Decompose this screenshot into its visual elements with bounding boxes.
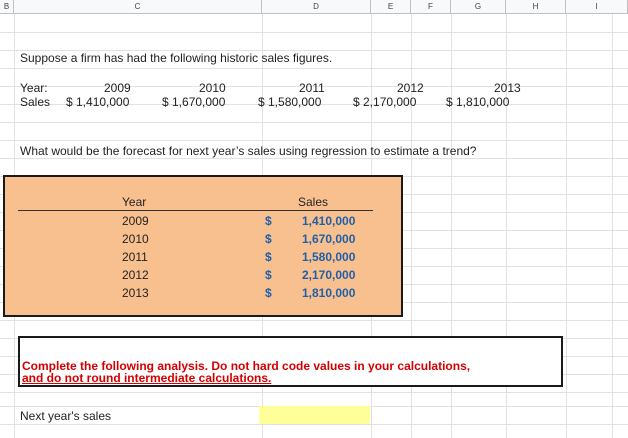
grid-line — [0, 320, 628, 321]
grid-line — [0, 32, 628, 33]
year-label[interactable]: Year: — [20, 81, 48, 95]
grid-line — [0, 158, 628, 159]
grid-line — [0, 392, 628, 393]
table-sales-cell[interactable]: 1,810,000 — [302, 286, 355, 300]
table-sales-cell[interactable]: 1,410,000 — [302, 214, 355, 228]
table-header-underline — [18, 210, 373, 211]
grid-line — [0, 122, 628, 123]
historic-sales-2009[interactable]: $ 1,410,000 — [66, 95, 129, 109]
column-header-d[interactable]: D — [262, 0, 371, 13]
currency-symbol: $ — [265, 268, 272, 282]
column-header-h[interactable]: H — [506, 0, 566, 13]
historic-year-2011[interactable]: 2011 — [299, 81, 325, 95]
table-sales-cell[interactable]: 1,580,000 — [302, 250, 355, 264]
next-year-sales-input[interactable] — [259, 406, 370, 424]
table-header-year[interactable]: Year — [122, 195, 146, 209]
question-text[interactable]: What would be the forecast for next year… — [20, 144, 476, 158]
sales-label[interactable]: Sales — [20, 95, 50, 109]
column-header-f[interactable]: F — [411, 0, 451, 13]
column-header-e[interactable]: E — [371, 0, 411, 13]
grid-line — [0, 424, 628, 425]
column-header-g[interactable]: G — [451, 0, 506, 13]
table-year-cell[interactable]: 2012 — [122, 268, 149, 282]
currency-symbol: $ — [265, 214, 272, 228]
historic-year-2009[interactable]: 2009 — [104, 81, 131, 95]
table-sales-cell[interactable]: 1,670,000 — [302, 232, 355, 246]
grid-line — [0, 68, 628, 69]
instruction-text[interactable]: Complete the following analysis. Do not … — [22, 360, 470, 384]
historic-sales-2012[interactable]: $ 2,170,000 — [353, 95, 416, 109]
table-year-cell[interactable]: 2013 — [122, 286, 149, 300]
table-year-cell[interactable]: 2010 — [122, 232, 149, 246]
column-header-b[interactable]: B — [0, 0, 14, 13]
currency-symbol: $ — [265, 250, 272, 264]
instruction-line-2: and do not round intermediate calculatio… — [22, 371, 272, 385]
currency-symbol: $ — [265, 232, 272, 246]
column-header-c[interactable]: C — [14, 0, 262, 13]
table-year-cell[interactable]: 2011 — [122, 250, 148, 264]
column-header-i[interactable]: I — [566, 0, 628, 13]
table-header-sales[interactable]: Sales — [298, 195, 328, 209]
historic-year-2010[interactable]: 2010 — [199, 81, 226, 95]
intro-text[interactable]: Suppose a firm has had the following his… — [20, 51, 332, 65]
table-year-cell[interactable]: 2009 — [122, 214, 149, 228]
historic-sales-2011[interactable]: $ 1,580,000 — [258, 95, 321, 109]
historic-year-2012[interactable]: 2012 — [397, 81, 424, 95]
instruction-box: Complete the following analysis. Do not … — [18, 336, 563, 387]
table-sales-cell[interactable]: 2,170,000 — [302, 268, 355, 282]
currency-symbol: $ — [265, 286, 272, 300]
historic-year-2013[interactable]: 2013 — [494, 81, 521, 95]
historic-sales-2010[interactable]: $ 1,670,000 — [162, 95, 225, 109]
next-year-sales-label[interactable]: Next year's sales — [20, 409, 111, 423]
historic-sales-2013[interactable]: $ 1,810,000 — [446, 95, 509, 109]
grid-line — [0, 140, 628, 141]
column-header-row: B C D E F G H I — [0, 0, 628, 14]
spreadsheet: B C D E F G H I Suppose a firm has had t… — [0, 0, 628, 438]
